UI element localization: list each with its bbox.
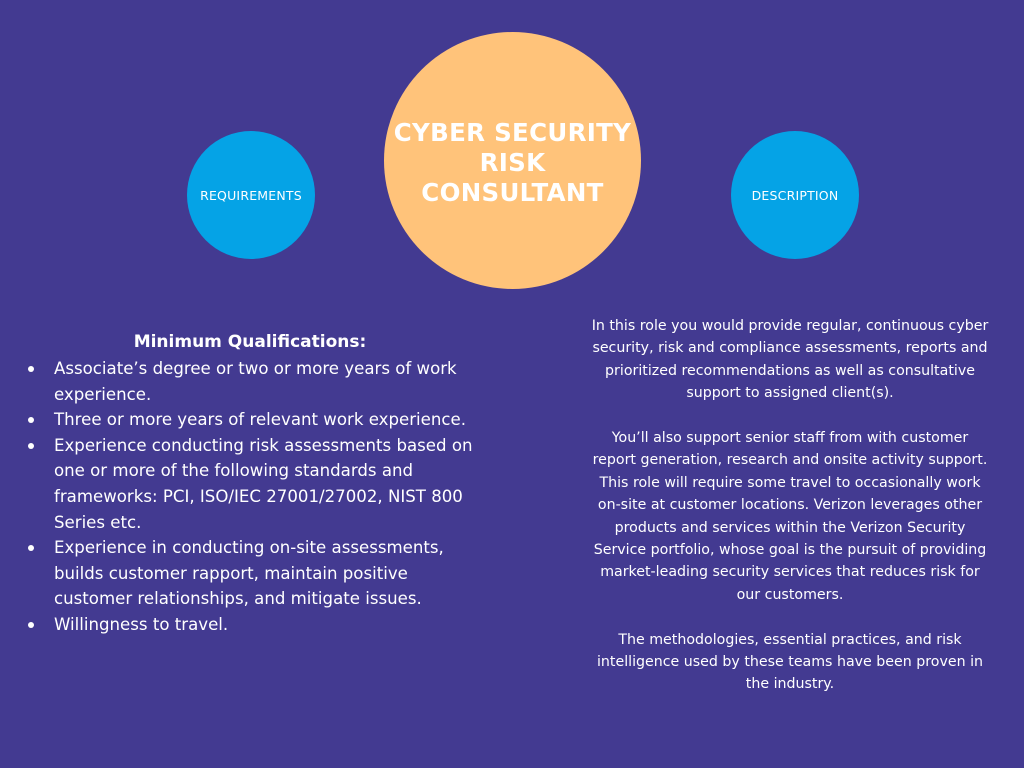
description-paragraph: In this role you would provide regular, … xyxy=(591,318,989,402)
list-item: Experience in conducting on-site assessm… xyxy=(24,535,476,612)
list-item-text: Willingness to travel. xyxy=(54,614,229,634)
qualifications-heading: Minimum Qualifications: xyxy=(133,332,367,352)
bullet-icon xyxy=(28,545,34,552)
list-item-text: Three or more years of relevant work exp… xyxy=(54,410,466,430)
qualifications-list: Associate’s degree or two or more years … xyxy=(24,356,476,638)
list-item-text: Experience conducting risk assessments b… xyxy=(54,435,473,532)
description-section: In this role you would provide regular, … xyxy=(590,315,990,718)
description-label: DESCRIPTION xyxy=(751,187,839,203)
requirements-circle: REQUIREMENTS xyxy=(187,131,315,259)
page-title: CYBER SECURITY RISK CONSULTANT xyxy=(393,118,632,207)
bullet-icon xyxy=(28,366,34,372)
requirements-label: REQUIREMENTS xyxy=(200,187,302,203)
list-item: Willingness to travel. xyxy=(24,612,476,638)
qualifications-section: Minimum Qualifications: Associate’s degr… xyxy=(24,330,476,638)
list-item-text: Associate’s degree or two or more years … xyxy=(54,359,457,404)
description-paragraph: You’ll also support senior staff from wi… xyxy=(592,430,988,603)
list-item: Three or more years of relevant work exp… xyxy=(24,407,476,433)
list-item: Experience conducting risk assessments b… xyxy=(24,433,476,535)
description-paragraph: The methodologies, essential practices, … xyxy=(596,631,984,693)
list-item: Associate’s degree or two or more years … xyxy=(24,356,476,407)
bullet-icon xyxy=(28,621,34,628)
bullet-icon xyxy=(28,442,34,449)
title-circle: CYBER SECURITY RISK CONSULTANT xyxy=(384,32,641,289)
description-circle: DESCRIPTION xyxy=(731,131,859,259)
bullet-icon xyxy=(28,417,34,424)
list-item-text: Experience in conducting on-site assessm… xyxy=(54,538,444,609)
